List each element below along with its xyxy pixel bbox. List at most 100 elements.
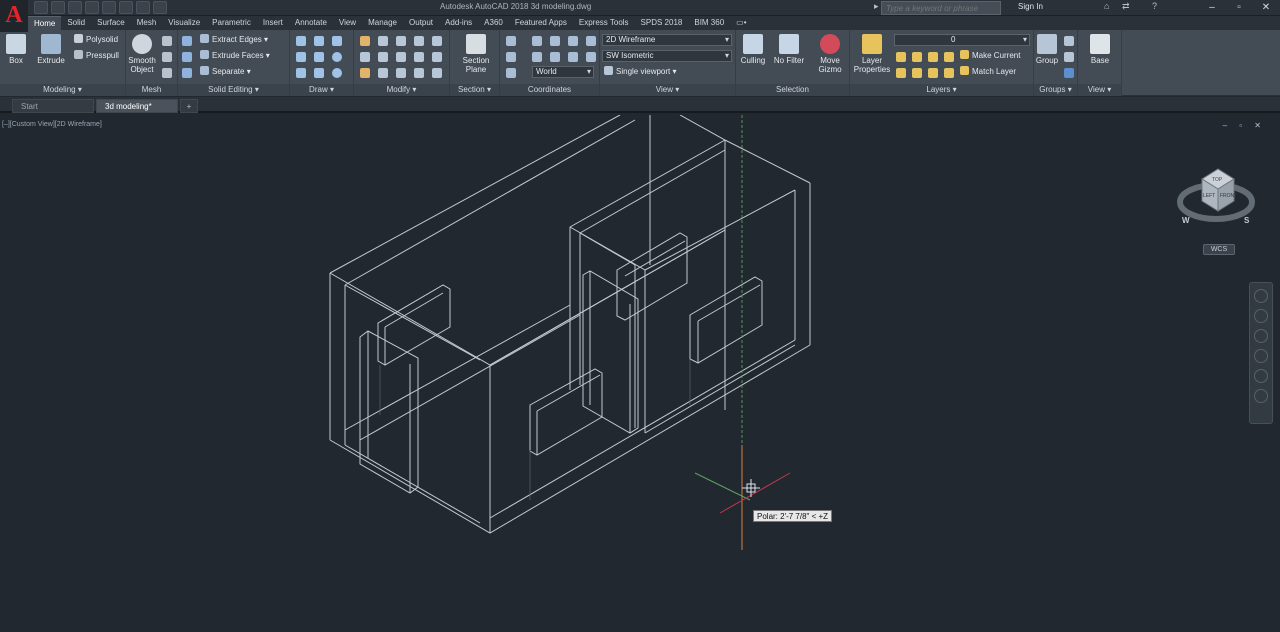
array-icon[interactable] xyxy=(396,68,406,78)
layer-tool-icon[interactable] xyxy=(912,68,922,78)
layer-tool-icon[interactable] xyxy=(928,68,938,78)
ucs-named-icon[interactable] xyxy=(506,52,516,62)
layers-panel-label[interactable]: Layers ▾ xyxy=(850,84,1033,96)
mesh-tool-icon[interactable] xyxy=(162,52,172,62)
visual-style-dropdown[interactable]: 2D Wireframe xyxy=(602,34,732,46)
ungroup-icon[interactable] xyxy=(1064,36,1074,46)
coordinates-panel-label[interactable]: Coordinates xyxy=(500,84,599,96)
tab-a360[interactable]: A360 xyxy=(478,16,509,30)
group-button[interactable]: Group xyxy=(1034,34,1060,65)
polysolid-button[interactable]: Polysolid xyxy=(74,34,118,46)
orbit-icon[interactable] xyxy=(1254,349,1268,363)
open-file-icon[interactable] xyxy=(51,1,65,14)
ucs-x-icon[interactable] xyxy=(550,36,560,46)
mirror-icon[interactable] xyxy=(378,52,388,62)
steering-wheel-icon[interactable] xyxy=(1254,289,1268,303)
polyline-icon[interactable] xyxy=(314,36,324,46)
ucs-icon-toggle[interactable] xyxy=(506,68,516,78)
draw-panel-label[interactable]: Draw ▾ xyxy=(290,84,353,96)
join-icon[interactable] xyxy=(414,68,424,78)
rotate-icon[interactable] xyxy=(378,36,388,46)
navbar-menu-icon[interactable] xyxy=(1254,389,1268,403)
rectangle-icon[interactable] xyxy=(314,68,324,78)
layer-dropdown[interactable]: 0 xyxy=(894,34,1030,46)
extract-edges-button[interactable]: Extract Edges ▾ xyxy=(200,34,268,46)
explode-icon[interactable] xyxy=(414,52,424,62)
tab-visualize[interactable]: Visualize xyxy=(162,16,206,30)
cart-icon[interactable]: ⌂ xyxy=(1104,1,1109,11)
presspull-button[interactable]: Presspull xyxy=(74,50,119,62)
pan-icon[interactable] xyxy=(1254,309,1268,323)
exchange-icon[interactable]: ⇄ xyxy=(1122,1,1130,12)
groups-panel-label[interactable]: Groups ▾ xyxy=(1034,84,1077,96)
search-input[interactable] xyxy=(881,1,1001,15)
smooth-object-button[interactable]: Smooth Object xyxy=(126,34,158,74)
tab-spds-2018[interactable]: SPDS 2018 xyxy=(635,16,689,30)
selection-panel-label[interactable]: Selection xyxy=(736,84,849,96)
tab-annotate[interactable]: Annotate xyxy=(289,16,333,30)
print-icon[interactable] xyxy=(102,1,116,14)
arc-icon[interactable] xyxy=(332,36,342,46)
tab-surface[interactable]: Surface xyxy=(91,16,131,30)
tab-mesh[interactable]: Mesh xyxy=(131,16,163,30)
layer-tool-icon[interactable] xyxy=(896,68,906,78)
application-menu-button[interactable]: A xyxy=(0,0,28,32)
tab-view[interactable]: View xyxy=(333,16,362,30)
intersect-icon[interactable] xyxy=(182,68,192,78)
drawing-tab[interactable]: 3d modeling* xyxy=(96,99,178,113)
layer-tool-icon[interactable] xyxy=(896,52,906,62)
ucs-object-icon[interactable] xyxy=(550,52,560,62)
mesh-panel-label[interactable]: Mesh xyxy=(126,84,177,96)
redo-icon[interactable] xyxy=(136,1,150,14)
restore-button[interactable]: ▫ xyxy=(1226,0,1252,16)
mesh-tool-icon[interactable] xyxy=(162,68,172,78)
line-icon[interactable] xyxy=(296,36,306,46)
tab-manage[interactable]: Manage xyxy=(362,16,403,30)
ucs-y-icon[interactable] xyxy=(568,36,578,46)
group-edit-icon[interactable] xyxy=(1064,52,1074,62)
zoom-icon[interactable] xyxy=(1254,329,1268,343)
layer-tool-icon[interactable] xyxy=(944,52,954,62)
separate-button[interactable]: Separate ▾ xyxy=(200,66,251,78)
save-icon[interactable] xyxy=(68,1,82,14)
tab-parametric[interactable]: Parametric xyxy=(206,16,257,30)
tab-output[interactable]: Output xyxy=(403,16,439,30)
spline-icon[interactable] xyxy=(296,52,306,62)
tab--[interactable]: ▭• xyxy=(730,16,752,30)
tab-add-ins[interactable]: Add-ins xyxy=(439,16,478,30)
view-panel-label[interactable]: View ▾ xyxy=(600,84,735,96)
solid-editing-panel-label[interactable]: Solid Editing ▾ xyxy=(178,84,289,96)
ucs-z-icon[interactable] xyxy=(586,36,596,46)
showmotion-icon[interactable] xyxy=(1254,369,1268,383)
box-button[interactable]: Box xyxy=(3,34,29,65)
section-panel-label[interactable]: Section ▾ xyxy=(450,84,499,96)
align-icon[interactable] xyxy=(414,36,424,46)
modeling-panel-label[interactable]: Modeling ▾ xyxy=(0,84,125,96)
new-file-icon[interactable] xyxy=(34,1,48,14)
viewcube[interactable]: TOP LEFT FRONT W S xyxy=(1176,159,1262,231)
ucs-icon[interactable] xyxy=(506,36,516,46)
layer-properties-button[interactable]: Layer Properties xyxy=(852,34,892,74)
layer-tool-icon[interactable] xyxy=(928,52,938,62)
start-tab[interactable]: Start xyxy=(12,99,94,113)
undo-icon[interactable] xyxy=(119,1,133,14)
ucs-view-icon[interactable] xyxy=(532,52,542,62)
view-direction-dropdown[interactable]: SW Isometric xyxy=(602,50,732,62)
extrude-button[interactable]: Extrude xyxy=(34,34,68,65)
trim-icon[interactable] xyxy=(396,36,406,46)
ucs-face-icon[interactable] xyxy=(568,52,578,62)
drawing-viewport[interactable]: [–][Custom View][2D Wireframe] – ▫ ✕ Pol… xyxy=(0,115,1280,632)
circle-icon[interactable] xyxy=(332,52,342,62)
scale-icon[interactable] xyxy=(378,68,388,78)
minimize-button[interactable]: – xyxy=(1199,0,1225,16)
new-tab-button[interactable]: + xyxy=(180,99,198,113)
share-icon[interactable] xyxy=(153,1,167,14)
tab-home[interactable]: Home xyxy=(28,16,62,30)
move-gizmo-button[interactable]: Move Gizmo xyxy=(814,34,846,74)
help-icon[interactable]: ? xyxy=(1152,1,1157,11)
tab-featured-apps[interactable]: Featured Apps xyxy=(509,16,573,30)
view-base-panel-label[interactable]: View ▾ xyxy=(1078,84,1121,96)
wcs-menu[interactable]: WCS xyxy=(1203,244,1235,255)
offset-icon[interactable] xyxy=(432,52,442,62)
erase-icon[interactable] xyxy=(360,68,370,78)
